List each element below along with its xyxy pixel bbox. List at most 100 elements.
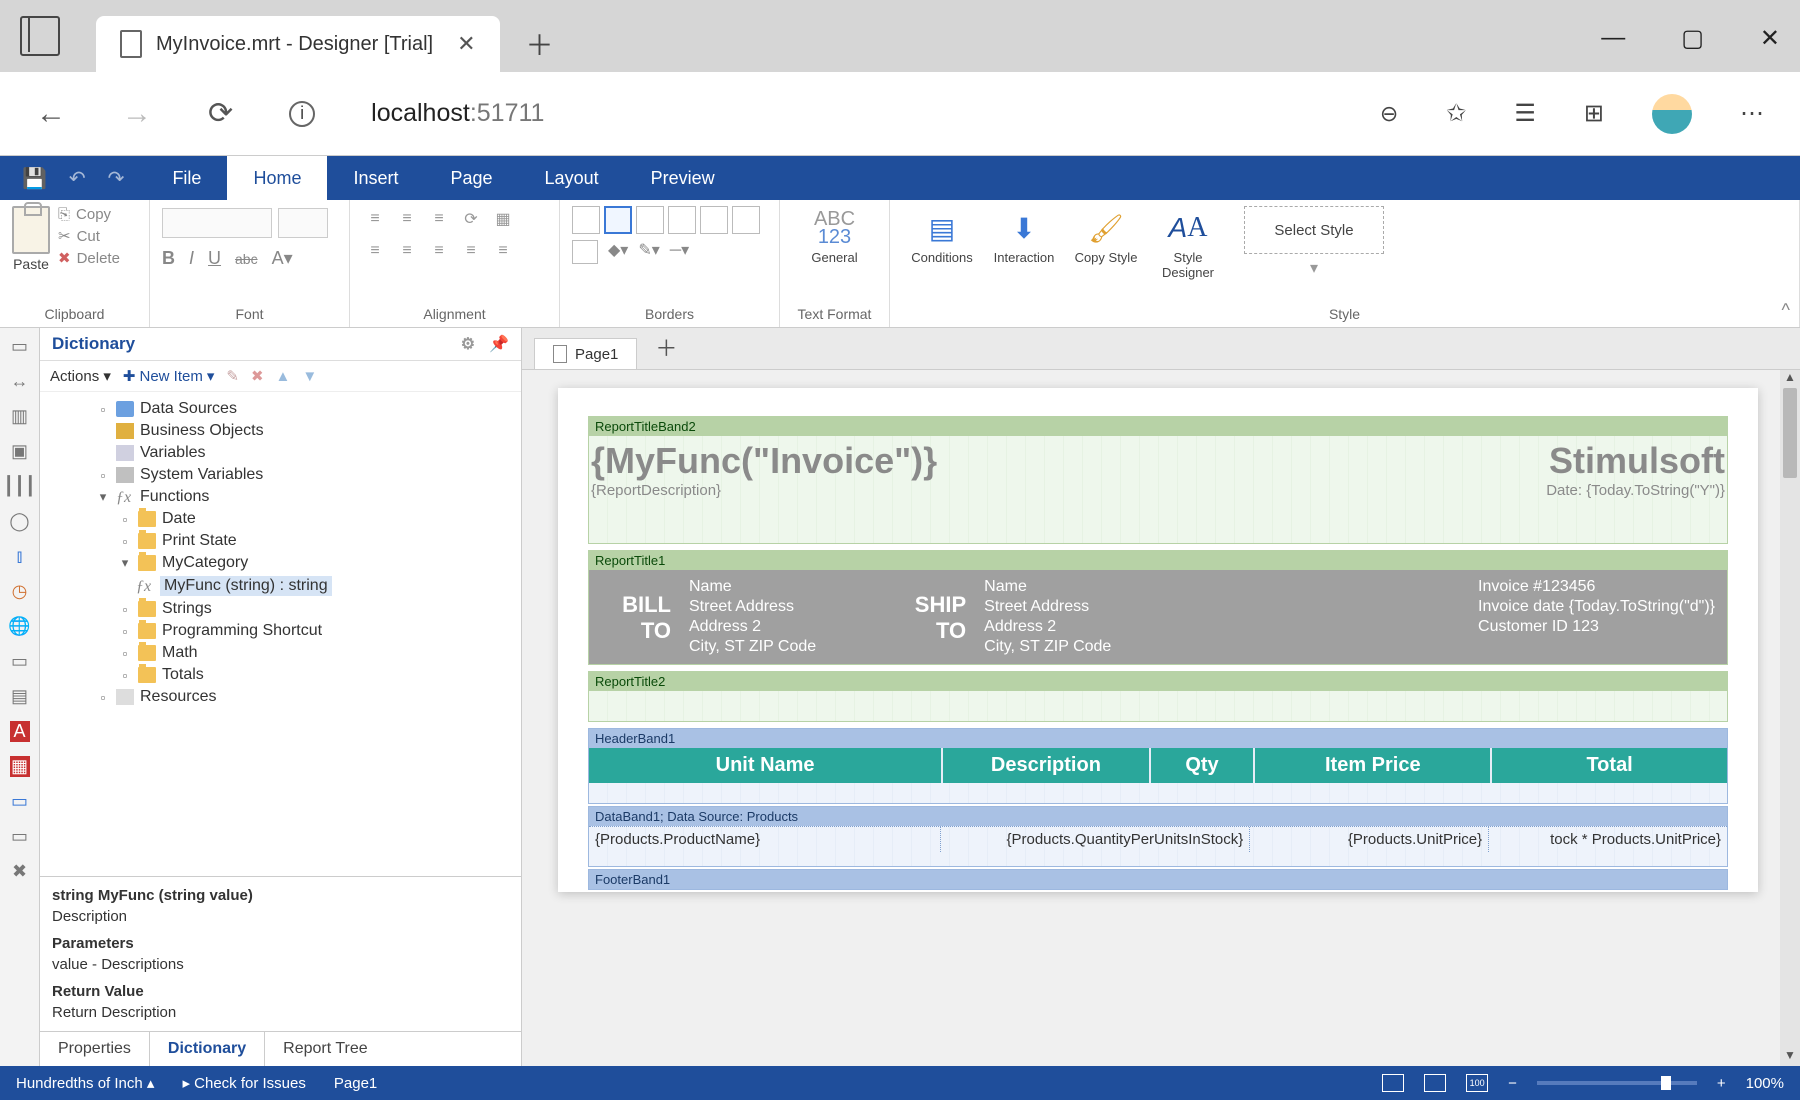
dictionary-tree[interactable]: ▫Data Sources Business Objects Variables… — [40, 392, 521, 876]
italic-button[interactable]: I — [189, 248, 194, 269]
pointer-tool-icon[interactable]: ▭ — [11, 336, 28, 357]
bold-button[interactable]: B — [162, 248, 175, 269]
save-icon[interactable]: 💾 — [22, 166, 47, 191]
tab-file[interactable]: File — [146, 156, 227, 200]
zoom-in-button[interactable]: + — [1717, 1075, 1726, 1092]
text-tool-icon[interactable]: ▥ — [11, 406, 28, 427]
crosstab-tool-icon[interactable]: ▦ — [10, 756, 30, 777]
tab-page[interactable]: Page — [425, 156, 519, 200]
more-icon[interactable]: ⋯ — [1740, 99, 1764, 128]
fill-color-button[interactable]: ◆▾ — [608, 240, 628, 264]
border-presets[interactable] — [572, 206, 760, 234]
border-all-button[interactable] — [572, 240, 598, 264]
shape-tool-icon[interactable]: ◯ — [9, 511, 29, 532]
bill-to-address[interactable]: NameStreet AddressAddress 2City, ST ZIP … — [689, 578, 816, 656]
undo-icon[interactable]: ↶ — [69, 166, 86, 191]
tab-home[interactable]: Home — [227, 156, 327, 200]
check-issues-button[interactable]: ▸ Check for Issues — [182, 1074, 305, 1092]
paste-button[interactable]: Paste — [12, 206, 50, 272]
favorite-icon[interactable]: ✩ — [1446, 99, 1466, 128]
band-tool-icon[interactable]: ▭ — [11, 791, 28, 812]
font-color-button[interactable]: A▾ — [272, 248, 293, 269]
vertical-scrollbar[interactable]: ▲ ▼ — [1780, 370, 1800, 1066]
site-info-icon[interactable]: i — [289, 101, 315, 127]
new-tab-button[interactable]: ＋ — [516, 20, 564, 68]
copy-style-button[interactable]: 🖌Copy Style — [1066, 206, 1146, 265]
new-item-menu[interactable]: ✚New Item ▾ — [123, 367, 214, 385]
zoom-slider[interactable] — [1537, 1081, 1697, 1085]
conditions-button[interactable]: ▤Conditions — [902, 206, 982, 265]
style-dropdown-icon[interactable]: ▾ — [1244, 258, 1384, 278]
address-bar[interactable]: localhost:51711 — [371, 99, 544, 128]
actions-menu[interactable]: Actions ▾ — [50, 367, 111, 385]
copy-button[interactable]: ⎘Copy — [58, 206, 120, 223]
font-size-select[interactable] — [278, 208, 328, 238]
panel-tool-icon[interactable]: ▭ — [11, 651, 28, 672]
window-maximize-icon[interactable]: ▢ — [1681, 24, 1704, 53]
dictionary-pin-icon[interactable]: 📌 — [489, 334, 509, 354]
units-button[interactable]: Hundredths of Inch ▴ — [16, 1074, 154, 1092]
dictionary-settings-icon[interactable]: ⚙ — [461, 334, 475, 354]
style-designer-button[interactable]: AAStyle Designer — [1148, 206, 1228, 280]
scroll-thumb[interactable] — [1783, 388, 1797, 478]
collapse-ribbon-icon[interactable]: ^ — [1782, 300, 1790, 321]
zoom-out-button[interactable]: − — [1508, 1075, 1517, 1092]
hand-tool-icon[interactable]: ↔ — [11, 371, 29, 392]
browser-panel-icon[interactable] — [20, 16, 60, 56]
delete-item-icon[interactable]: ✖ — [251, 367, 264, 385]
tab-insert[interactable]: Insert — [327, 156, 424, 200]
toolbox-config-icon[interactable]: ✖ — [12, 861, 27, 882]
page-tab-1[interactable]: Page1 — [534, 338, 637, 369]
delete-button[interactable]: ✖Delete — [58, 249, 120, 267]
cut-button[interactable]: ✂Cut — [58, 227, 120, 245]
zoom-out-icon[interactable]: ⊖ — [1380, 101, 1398, 127]
scroll-down-icon[interactable]: ▼ — [1780, 1048, 1800, 1066]
map-tool-icon[interactable]: 🌐 — [8, 616, 30, 637]
ship-to-label[interactable]: SHIP TO — [896, 578, 984, 656]
alignment-grid[interactable]: ≡≡≡⟳▦ ≡≡≡≡≡ — [362, 206, 516, 264]
window-minimize-icon[interactable]: — — [1601, 24, 1625, 53]
font-name-select[interactable] — [162, 208, 272, 238]
subreport-tool-icon[interactable]: A — [10, 721, 30, 742]
invoice-info[interactable]: Invoice #123456Invoice date {Today.ToStr… — [1478, 578, 1715, 656]
component-toolbar[interactable]: ▭ ↔ ▥ ▣ ┃┃┃ ◯ ⫾ ◷ 🌐 ▭ ▤ A ▦ ▭ ▭ ✖ — [0, 328, 40, 1066]
underline-button[interactable]: U — [208, 248, 221, 269]
view-mode-1-icon[interactable] — [1382, 1074, 1404, 1092]
tab-report-tree[interactable]: Report Tree — [265, 1032, 385, 1066]
ship-to-address[interactable]: NameStreet AddressAddress 2City, ST ZIP … — [984, 578, 1111, 656]
browser-tab[interactable]: MyInvoice.mrt - Designer [Trial] ✕ — [96, 16, 500, 72]
gauge-tool-icon[interactable]: ◷ — [12, 581, 28, 602]
tab-dictionary[interactable]: Dictionary — [149, 1031, 265, 1066]
text-format-button[interactable]: ABC 123 General — [795, 206, 875, 265]
profile-avatar[interactable] — [1652, 94, 1692, 134]
brand-text[interactable]: Stimulsoft — [1549, 440, 1725, 482]
image-tool-icon[interactable]: ▣ — [11, 441, 28, 462]
tab-properties[interactable]: Properties — [40, 1032, 149, 1066]
border-color-button[interactable]: ✎▾ — [638, 240, 659, 264]
tab-preview[interactable]: Preview — [625, 156, 741, 200]
table-tool-icon[interactable]: ▤ — [11, 686, 28, 707]
date-expression[interactable]: Date: {Today.ToString("Y")} — [1546, 482, 1725, 499]
edit-item-icon[interactable]: ✎ — [226, 367, 239, 385]
component-tool-icon[interactable]: ▭ — [11, 826, 28, 847]
report-page[interactable]: ReportTitleBand2 {MyFunc("Invoice")} Sti… — [558, 388, 1758, 892]
back-button[interactable]: ← — [36, 97, 66, 131]
tree-node-myfunc[interactable]: ƒxMyFunc (string) : string — [40, 574, 521, 598]
collections-icon[interactable]: ⊞ — [1584, 99, 1604, 128]
data-row[interactable]: {Products.ProductName} {Products.Quantit… — [589, 826, 1727, 852]
redo-icon[interactable]: ↷ — [108, 166, 125, 191]
scroll-up-icon[interactable]: ▲ — [1780, 370, 1800, 388]
bill-to-label[interactable]: BILL TO — [601, 578, 689, 656]
header-row[interactable]: Unit Name Description Qty Item Price Tot… — [589, 748, 1727, 783]
add-page-button[interactable]: ＋ — [641, 325, 691, 369]
window-close-icon[interactable]: ✕ — [1760, 24, 1780, 53]
view-mode-2-icon[interactable] — [1424, 1074, 1446, 1092]
strike-button[interactable]: abc — [235, 251, 258, 267]
move-up-icon[interactable]: ▲ — [276, 368, 291, 385]
title-expression[interactable]: {MyFunc("Invoice")} — [591, 440, 1549, 482]
chart-tool-icon[interactable]: ⫾ — [17, 546, 23, 567]
move-down-icon[interactable]: ▼ — [302, 368, 317, 385]
favorites-list-icon[interactable]: ☰ — [1514, 99, 1536, 128]
close-tab-icon[interactable]: ✕ — [457, 31, 475, 57]
refresh-button[interactable]: ⟳ — [208, 96, 233, 131]
